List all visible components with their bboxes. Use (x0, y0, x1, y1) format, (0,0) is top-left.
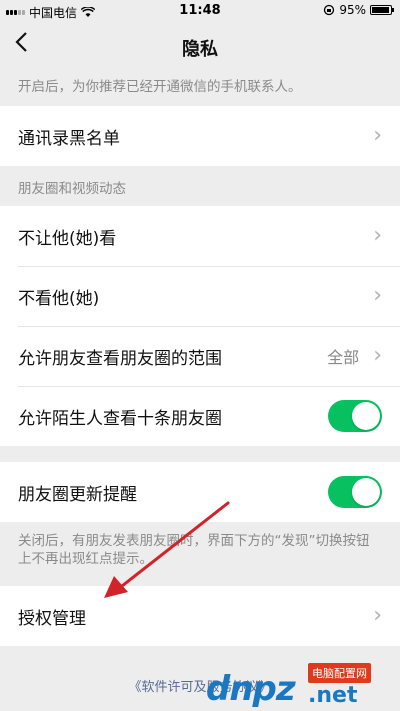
row-value: 全部 (327, 348, 360, 367)
chevron-right-icon: › (373, 603, 382, 628)
row-visible-range[interactable]: 允许朋友查看朋友圈的范围 全部 › (0, 326, 400, 386)
watermark-suffix: .net (308, 683, 358, 708)
rotation-lock-icon (324, 4, 335, 16)
contacts-hint: 开启后，为你推荐已经开通微信的手机联系人。 (18, 79, 302, 95)
reminder-hint: 关闭后，有朋友发表朋友圈时，界面下方的“发现”切换按钮上不再出现红点提示。 (18, 533, 370, 567)
row-hide-from[interactable]: 不让他(她)看 › (0, 206, 400, 266)
row-label: 允许朋友查看朋友圈的范围 (18, 348, 222, 369)
blacklist-row[interactable]: 通讯录黑名单 › (0, 106, 400, 166)
row-label: 不让他(她)看 (18, 228, 117, 249)
row-label: 授权管理 (18, 608, 86, 629)
chevron-right-icon: › (373, 123, 382, 148)
watermark-logo: dnpz 电脑配置网 .net (196, 663, 396, 711)
moments-group: 不让他(她)看 › 不看他(她) › 允许朋友查看朋友圈的范围 全部 › 允许陌… (0, 206, 400, 446)
nav-bar: 隐私 (0, 22, 400, 68)
toggle-knob (352, 478, 380, 506)
toggle-knob (352, 402, 380, 430)
reminder-group: 朋友圈更新提醒 (0, 462, 400, 522)
strangers-toggle[interactable] (328, 400, 382, 432)
chevron-right-icon: › (373, 343, 382, 368)
update-reminder-toggle[interactable] (328, 476, 382, 508)
watermark-tag: 电脑配置网 (308, 663, 371, 683)
status-bar: 中国电信 11:48 95% (0, 0, 400, 22)
status-right: 95% (323, 3, 394, 17)
row-strangers-ten: 允许陌生人查看十条朋友圈 (0, 386, 400, 446)
chevron-right-icon: › (373, 283, 382, 308)
row-label: 允许陌生人查看十条朋友圈 (18, 408, 222, 429)
blacklist-group: 通讯录黑名单 › (0, 106, 400, 166)
row-label: 通讯录黑名单 (18, 128, 120, 149)
chevron-right-icon: › (373, 223, 382, 248)
row-update-reminder: 朋友圈更新提醒 (0, 462, 400, 522)
watermark-brand: dnpz (206, 669, 296, 709)
row-dont-see[interactable]: 不看他(她) › (0, 266, 400, 326)
auth-group: 授权管理 › (0, 586, 400, 646)
page-title: 隐私 (182, 39, 218, 60)
row-auth-management[interactable]: 授权管理 › (0, 586, 400, 646)
row-label: 朋友圈更新提醒 (18, 484, 137, 505)
row-label: 不看他(她) (18, 288, 100, 309)
moments-section-header: 朋友圈和视频动态 (18, 181, 126, 197)
battery-icon (370, 5, 394, 15)
battery-percent: 95% (339, 3, 366, 17)
